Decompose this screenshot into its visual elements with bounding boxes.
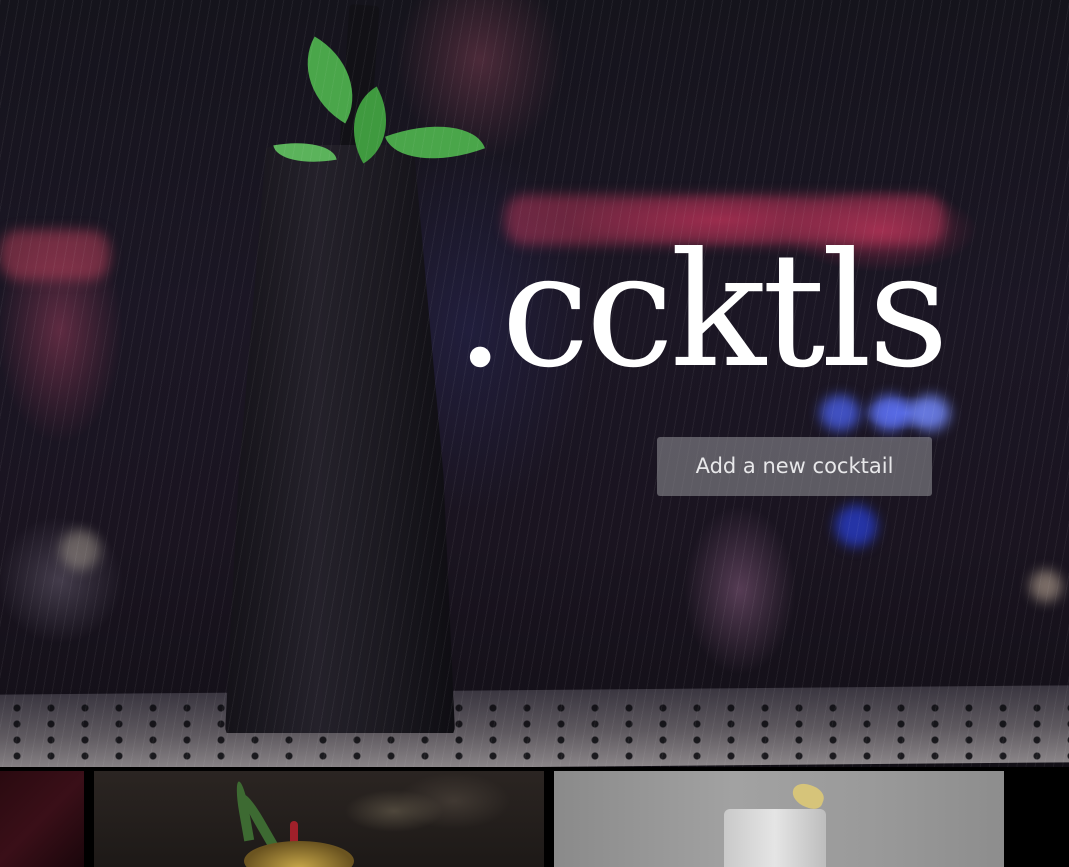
bokeh-light bbox=[835, 505, 877, 547]
page: .ccktls Add a new cocktail bbox=[0, 0, 1069, 867]
tiki-mug-shape bbox=[225, 145, 455, 733]
glass-shape bbox=[724, 809, 826, 867]
cocktail-card[interactable] bbox=[0, 771, 84, 867]
brand-title: .ccktls bbox=[455, 219, 949, 403]
pineapple-garnish-shape bbox=[244, 841, 354, 867]
add-cocktail-button[interactable]: Add a new cocktail bbox=[657, 437, 932, 496]
lemon-peel-shape bbox=[789, 780, 827, 812]
cocktail-card[interactable] bbox=[554, 771, 1004, 867]
hero-banner: .ccktls Add a new cocktail bbox=[0, 0, 1069, 767]
bokeh-light bbox=[60, 530, 100, 570]
bokeh-light bbox=[1030, 570, 1062, 602]
cocktail-card-list bbox=[0, 771, 1069, 867]
bokeh-light bbox=[0, 230, 110, 280]
bar-mat-pattern bbox=[0, 700, 1069, 760]
cocktail-card[interactable] bbox=[94, 771, 544, 867]
